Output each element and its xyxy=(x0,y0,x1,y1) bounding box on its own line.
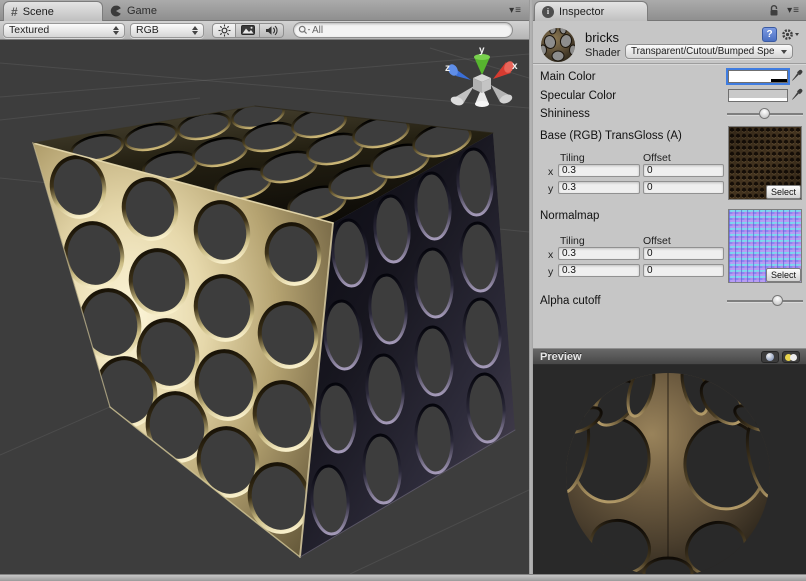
color-channel-value: RGB xyxy=(136,24,159,36)
tab-scene-label: Scene xyxy=(23,6,54,18)
info-icon: i xyxy=(542,6,554,18)
preview-title: Preview xyxy=(540,351,582,363)
image-icon xyxy=(241,25,255,35)
eyedropper-icon[interactable] xyxy=(791,68,804,82)
render-mode-value: Textured xyxy=(9,24,49,36)
tab-game-label: Game xyxy=(127,5,157,17)
shininess-slider[interactable] xyxy=(727,107,803,121)
eyedropper-icon[interactable] xyxy=(791,87,804,101)
gizmo-z-label: z xyxy=(445,63,450,74)
tiling-header: Tiling xyxy=(560,235,585,247)
base-offset-y-field[interactable] xyxy=(643,181,724,194)
tab-inspector[interactable]: i Inspector xyxy=(534,1,648,21)
search-icon xyxy=(298,25,310,36)
tab-game[interactable]: Game xyxy=(110,0,157,21)
scene-toggle-group xyxy=(212,23,284,38)
normal-tiling-y-field[interactable] xyxy=(558,264,640,277)
dropdown-arrows-icon xyxy=(192,26,198,35)
sun-icon xyxy=(218,24,231,37)
base-offset-x-field[interactable] xyxy=(643,164,724,177)
base-texture-thumbnail[interactable]: Select xyxy=(728,126,802,200)
scene-tab-bar: # Scene Game ▾≡ xyxy=(0,0,529,21)
lock-icon[interactable] xyxy=(768,4,780,17)
lighting-toggle-button[interactable] xyxy=(212,23,236,38)
window-bottom-edge xyxy=(0,574,806,581)
base-texture-select-button[interactable]: Select xyxy=(766,185,801,199)
tab-scene[interactable]: # Scene xyxy=(3,1,103,21)
search-input[interactable] xyxy=(312,25,506,36)
help-icon[interactable]: ? xyxy=(762,27,777,42)
color-channel-dropdown[interactable]: RGB xyxy=(130,23,204,38)
specular-color-swatch[interactable] xyxy=(728,89,788,102)
gear-icon[interactable] xyxy=(781,27,799,42)
scene-render: y z x xyxy=(0,40,529,574)
inspector-panel-menu-icon[interactable]: ▾≡ xyxy=(787,5,800,16)
shininess-label: Shininess xyxy=(540,108,590,120)
normalmap-label: Normalmap xyxy=(540,210,599,222)
inspector-tab-bar: i Inspector ▾≡ xyxy=(533,0,806,21)
game-pacman-icon xyxy=(110,5,122,17)
shader-dropdown[interactable]: Transparent/Cutout/Bumped Spe xyxy=(625,44,793,59)
sphere-icon xyxy=(766,353,774,361)
gizmo-x-label: x xyxy=(512,61,518,72)
main-color-label: Main Color xyxy=(540,71,596,83)
skybox-toggle-button[interactable] xyxy=(236,23,260,38)
slider-thumb[interactable] xyxy=(772,295,783,306)
normal-offset-y-field[interactable] xyxy=(643,264,724,277)
preview-lighting-button[interactable] xyxy=(782,351,800,363)
preview-header[interactable]: Preview xyxy=(533,348,806,365)
scene-panel: # Scene Game ▾≡ Textured RGB xyxy=(0,0,529,574)
slider-track[interactable] xyxy=(727,300,803,303)
chevron-down-icon xyxy=(795,33,799,36)
alpha-bar xyxy=(729,79,787,82)
base-tiling-y-field[interactable] xyxy=(558,181,640,194)
base-map-label: Base (RGB) TransGloss (A) xyxy=(540,130,682,142)
normal-offset-x-field[interactable] xyxy=(643,247,724,260)
offset-header: Offset xyxy=(643,235,671,247)
preview-sphere-render xyxy=(533,365,806,581)
shader-value: Transparent/Cutout/Bumped Spe xyxy=(631,46,778,57)
gizmo-y-label: y xyxy=(479,45,485,56)
offset-header: Offset xyxy=(643,152,671,164)
base-tiling-x-field[interactable] xyxy=(558,164,640,177)
scene-grid-icon: # xyxy=(11,5,18,19)
divider xyxy=(533,63,806,64)
normalmap-select-button[interactable]: Select xyxy=(766,268,801,282)
x-row-label: x xyxy=(548,166,553,178)
scene-panel-menu-icon[interactable]: ▾≡ xyxy=(509,5,522,16)
render-mode-dropdown[interactable]: Textured xyxy=(3,23,125,38)
normal-tiling-x-field[interactable] xyxy=(558,247,640,260)
unity-editor-window: # Scene Game ▾≡ Textured RGB xyxy=(0,0,806,581)
scene-search-field[interactable] xyxy=(293,22,513,38)
inspector-body: bricks Shader Transparent/Cutout/Bumped … xyxy=(533,21,806,574)
gear-glyph xyxy=(781,27,795,42)
y-row-label: y xyxy=(548,266,553,278)
speaker-icon xyxy=(265,25,278,36)
slider-thumb[interactable] xyxy=(759,108,770,119)
light-white-icon xyxy=(790,354,797,361)
alpha-cutoff-slider[interactable] xyxy=(727,294,803,308)
normalmap-thumbnail[interactable]: Select xyxy=(728,209,802,283)
tab-inspector-label: Inspector xyxy=(559,6,604,18)
dropdown-arrows-icon xyxy=(113,26,119,35)
chevron-down-icon xyxy=(781,50,787,54)
audio-toggle-button[interactable] xyxy=(260,23,284,38)
specular-color-label: Specular Color xyxy=(540,90,616,102)
y-row-label: y xyxy=(548,183,553,195)
scene-toolbar: Textured RGB xyxy=(0,21,529,40)
preview-shape-button[interactable] xyxy=(761,351,779,363)
alpha-bar xyxy=(729,98,787,101)
scene-viewport[interactable]: y z x xyxy=(0,40,529,574)
inspector-panel: i Inspector ▾≡ xyxy=(533,0,806,574)
shader-label: Shader xyxy=(585,47,620,59)
x-row-label: x xyxy=(548,249,553,261)
alpha-cutoff-label: Alpha cutoff xyxy=(540,295,601,307)
tiling-header: Tiling xyxy=(560,152,585,164)
material-preview-thumbnail[interactable] xyxy=(539,25,577,63)
main-color-swatch[interactable] xyxy=(728,70,788,83)
material-preview-area[interactable]: + xyxy=(533,365,806,581)
material-name: bricks xyxy=(585,30,619,45)
